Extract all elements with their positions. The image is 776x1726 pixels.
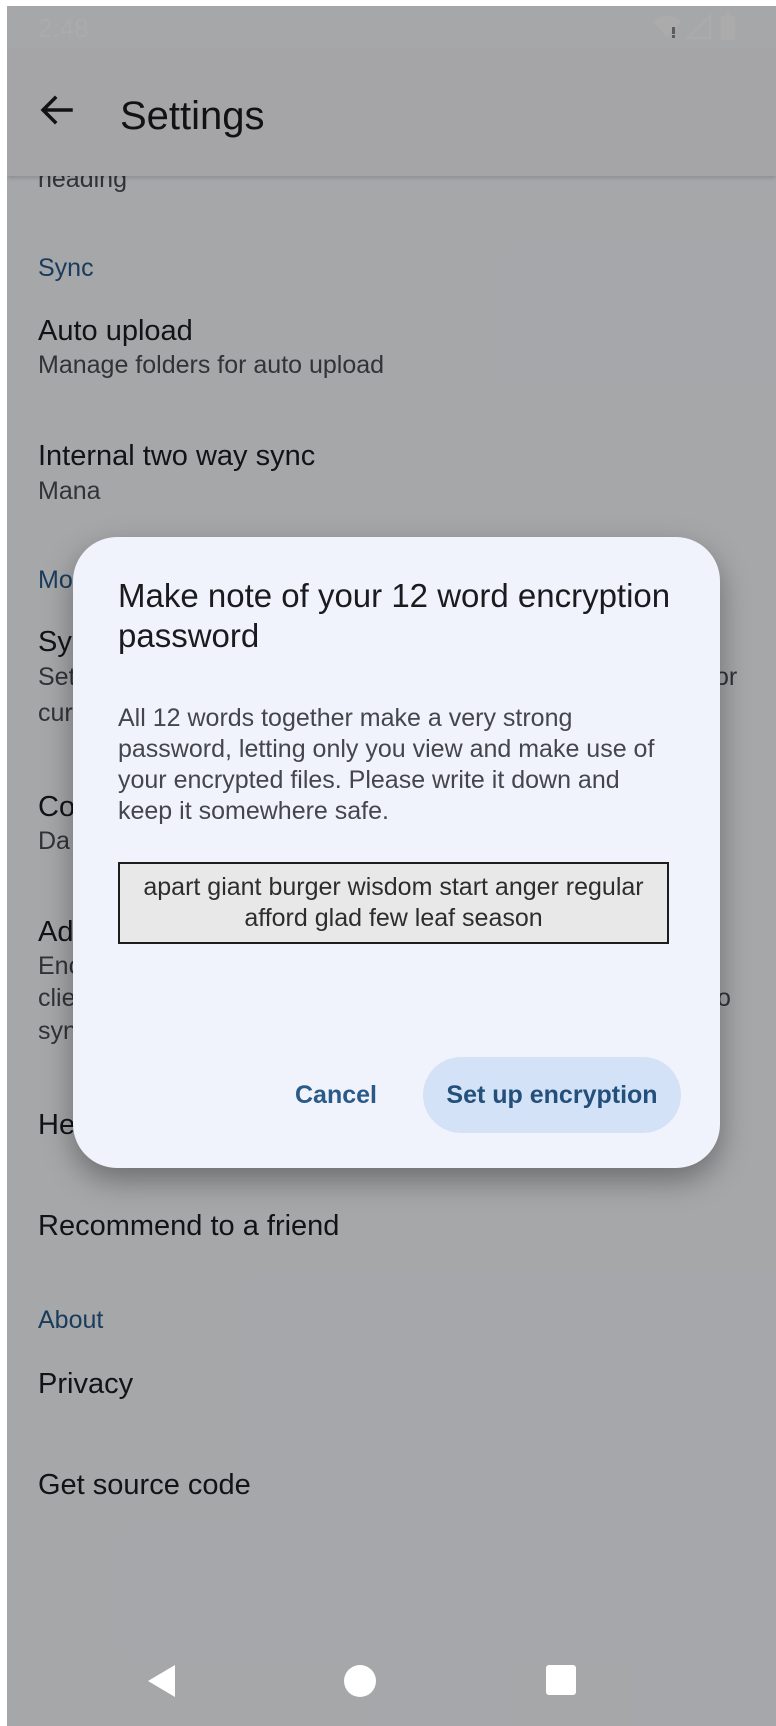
nav-home-button[interactable] xyxy=(342,1663,378,1704)
dialog-message: All 12 words together make a very strong… xyxy=(118,704,655,825)
encryption-dialog: Make note of your 12 word encryption pas… xyxy=(73,537,720,1168)
nav-back-icon xyxy=(148,1665,175,1697)
navigation-bar xyxy=(7,1643,776,1726)
passphrase-box: apart giant burger wisdom start anger re… xyxy=(118,862,669,944)
set-up-encryption-button[interactable]: Set up encryption xyxy=(423,1057,681,1133)
nav-home-icon xyxy=(344,1665,376,1697)
passphrase-text: apart giant burger wisdom start anger re… xyxy=(143,873,644,932)
nav-back-button[interactable] xyxy=(145,1663,179,1704)
cancel-button[interactable]: Cancel xyxy=(286,1057,386,1133)
nav-recents-icon xyxy=(546,1665,576,1695)
nav-recents-button[interactable] xyxy=(544,1663,578,1702)
screen: heading Sync Auto upload Manage folders … xyxy=(7,6,776,1726)
dialog-title: Make note of your 12 word encryption pas… xyxy=(118,577,671,654)
